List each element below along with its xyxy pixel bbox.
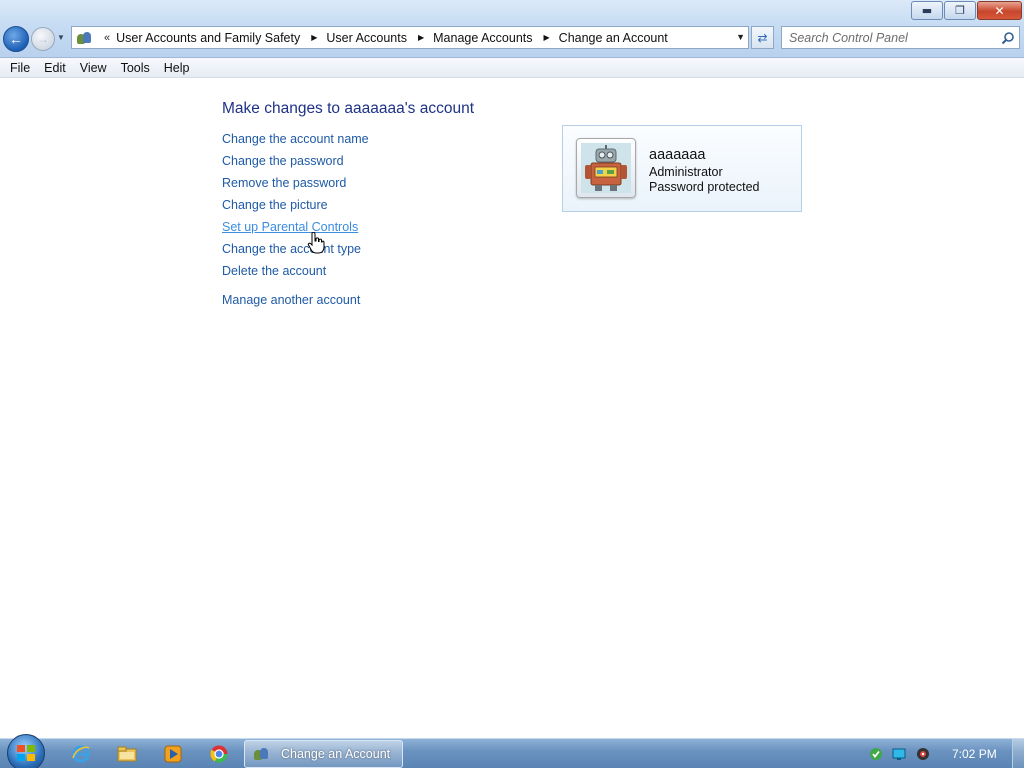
- network-icon[interactable]: [892, 747, 906, 761]
- search-icon[interactable]: [1001, 31, 1015, 45]
- chevron-right-icon[interactable]: ▶: [418, 33, 424, 42]
- address-dropdown-icon[interactable]: ▼: [736, 32, 745, 42]
- main-content: Make changes to aaaaaaa's account Change…: [0, 79, 1024, 738]
- forward-button[interactable]: →: [31, 27, 55, 51]
- avatar: [576, 138, 636, 198]
- account-name: aaaaaaa: [649, 147, 706, 163]
- show-desktop-button[interactable]: [1012, 739, 1024, 768]
- manage-another-account-link[interactable]: Manage another account: [222, 293, 369, 315]
- change-account-type-link[interactable]: Change the account type: [222, 242, 369, 264]
- chrome-icon[interactable]: [208, 743, 230, 765]
- close-button[interactable]: ✕: [977, 1, 1022, 20]
- internet-explorer-icon[interactable]: [70, 743, 92, 765]
- search-box: [781, 26, 1020, 49]
- account-tasks-list: Change the account name Change the passw…: [222, 132, 369, 315]
- taskbar-task-change-an-account[interactable]: Change an Account: [244, 740, 403, 768]
- window-titlebar: ▬ ❐ ✕ ← → ▼ « User Accounts and Family S…: [0, 0, 1024, 58]
- search-input[interactable]: [789, 30, 997, 45]
- menu-file[interactable]: File: [4, 61, 36, 75]
- robot-icon: [581, 143, 631, 193]
- breadcrumb-user-accounts-family-safety[interactable]: User Accounts and Family Safety: [116, 31, 300, 45]
- menu-view[interactable]: View: [74, 61, 113, 75]
- user-accounts-icon: [76, 30, 92, 46]
- recent-pages-dropdown[interactable]: ▼: [57, 33, 67, 43]
- breadcrumb-user-accounts[interactable]: User Accounts: [326, 31, 407, 45]
- volume-icon[interactable]: [916, 747, 930, 761]
- media-player-icon[interactable]: [162, 743, 184, 765]
- taskbar-clock[interactable]: 7:02 PM: [952, 747, 997, 761]
- start-button[interactable]: [7, 734, 45, 768]
- refresh-icon: ⇄: [757, 30, 768, 45]
- restore-button[interactable]: ❐: [944, 1, 976, 20]
- user-accounts-icon: [253, 746, 269, 762]
- restore-icon: ❐: [955, 4, 965, 17]
- menu-help[interactable]: Help: [158, 61, 196, 75]
- window-controls: ▬ ❐ ✕: [911, 1, 1022, 20]
- security-check-icon[interactable]: [869, 747, 883, 761]
- breadcrumb-manage-accounts[interactable]: Manage Accounts: [433, 31, 532, 45]
- windows-logo-icon: [17, 745, 35, 761]
- windows-explorer-icon[interactable]: [116, 743, 138, 765]
- page-title: Make changes to aaaaaaa's account: [222, 100, 474, 117]
- minimize-icon: ▬: [921, 4, 933, 17]
- change-password-link[interactable]: Change the password: [222, 154, 369, 176]
- account-card: aaaaaaa Administrator Password protected: [562, 125, 802, 212]
- minimize-button[interactable]: ▬: [911, 1, 943, 20]
- taskbar: Change an Account 7:02 PM: [0, 734, 1024, 768]
- breadcrumb-overflow[interactable]: «: [104, 32, 110, 44]
- menu-edit[interactable]: Edit: [38, 61, 72, 75]
- back-button[interactable]: ←: [3, 26, 29, 52]
- account-type: Administrator: [649, 165, 723, 179]
- remove-password-link[interactable]: Remove the password: [222, 176, 369, 198]
- chevron-right-icon[interactable]: ▶: [311, 33, 317, 42]
- parental-controls-link[interactable]: Set up Parental Controls: [222, 220, 369, 242]
- account-status: Password protected: [649, 180, 760, 194]
- back-arrow-icon: ←: [9, 31, 23, 47]
- refresh-button[interactable]: ⇄: [751, 26, 774, 49]
- menu-bar: File Edit View Tools Help: [0, 58, 1024, 78]
- chevron-right-icon[interactable]: ▶: [544, 33, 550, 42]
- breadcrumb-change-an-account[interactable]: Change an Account: [559, 31, 668, 45]
- delete-account-link[interactable]: Delete the account: [222, 264, 369, 286]
- hand-cursor-icon: [307, 232, 325, 254]
- change-picture-link[interactable]: Change the picture: [222, 198, 369, 220]
- address-bar[interactable]: « User Accounts and Family Safety ▶ User…: [71, 26, 749, 49]
- navigation-row: ← → ▼ « User Accounts and Family Safety …: [0, 24, 1024, 52]
- change-account-name-link[interactable]: Change the account name: [222, 132, 369, 154]
- close-icon: ✕: [994, 3, 1005, 18]
- forward-arrow-icon: →: [37, 32, 49, 46]
- taskbar-task-label: Change an Account: [281, 747, 391, 761]
- menu-tools[interactable]: Tools: [115, 61, 156, 75]
